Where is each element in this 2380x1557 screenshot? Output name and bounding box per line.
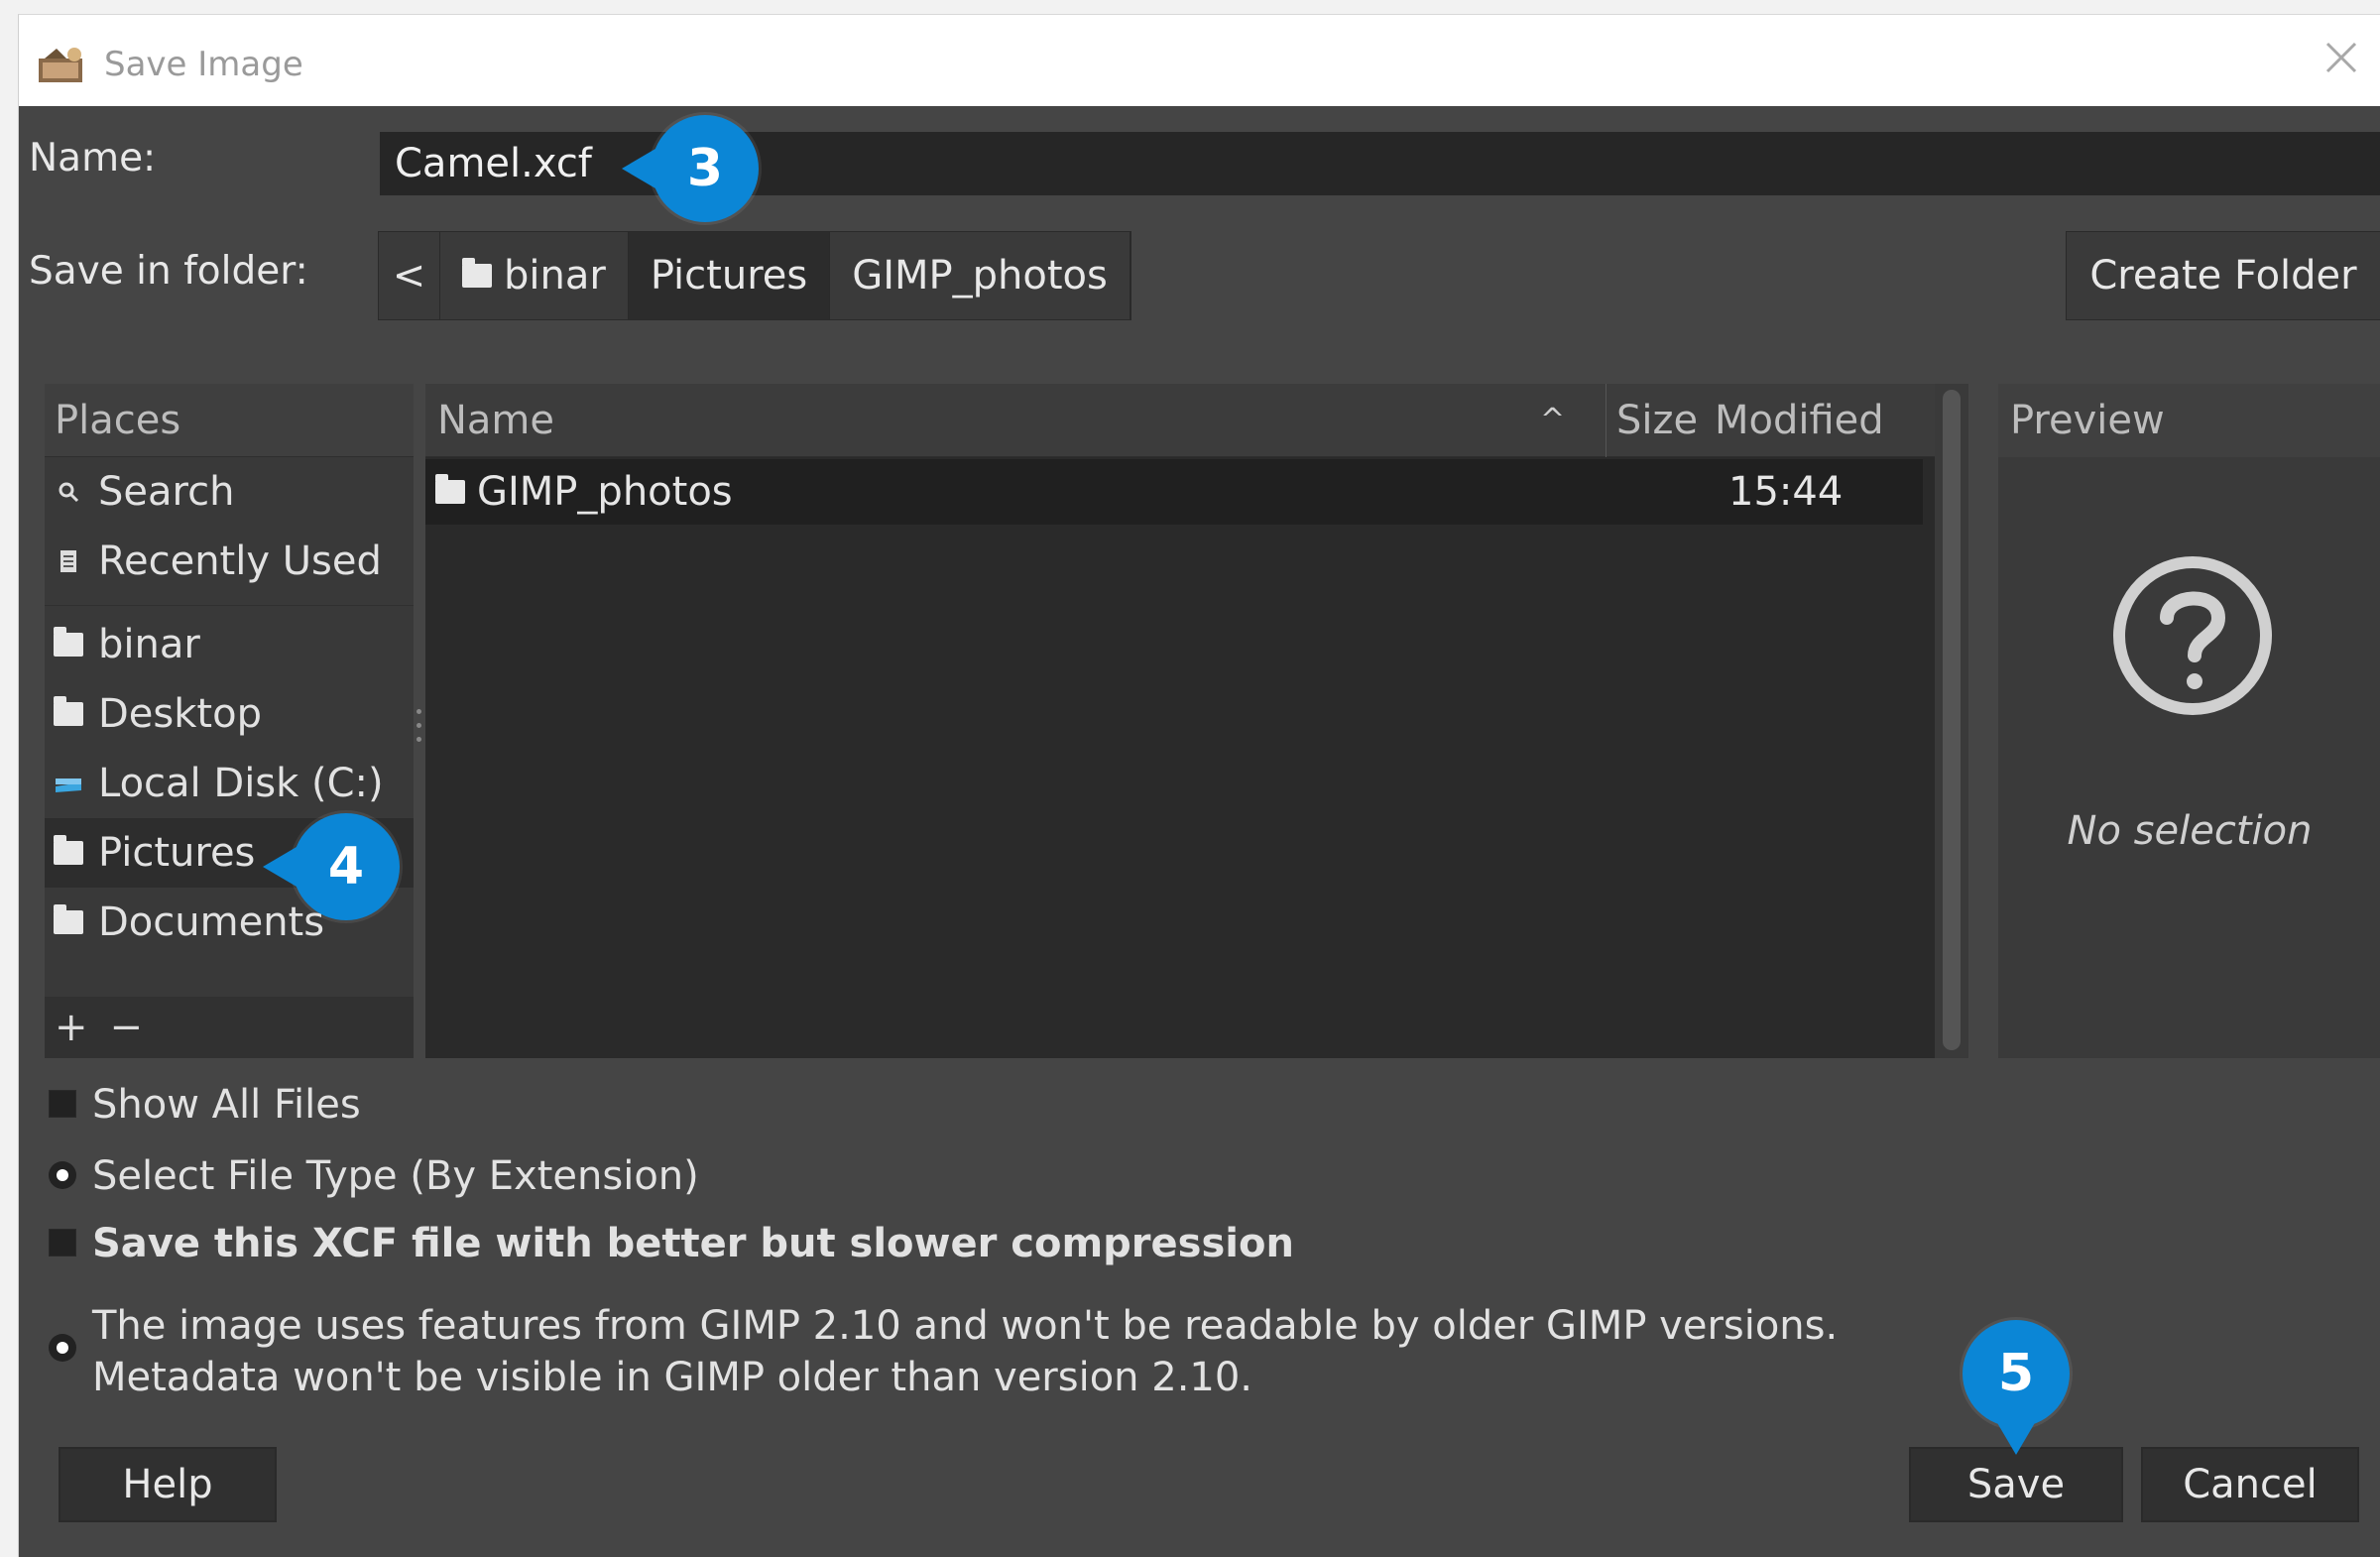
folder-icon (53, 904, 84, 935)
path-bar: < binar Pictures GIMP_photos (378, 231, 1131, 320)
preview-header: Preview (1998, 384, 2380, 457)
sidebar-item-search[interactable]: Search (45, 457, 414, 527)
question-icon (2113, 556, 2272, 715)
places-footer: + − (45, 997, 414, 1058)
sidebar-item-desktop[interactable]: Desktop (45, 679, 414, 749)
compatibility-line: Metadata won't be visible in GIMP older … (92, 1355, 1253, 1400)
folder-icon (53, 696, 84, 727)
sidebar-item-binar[interactable]: binar (45, 610, 414, 679)
compression-option[interactable]: Save this XCF file with better but slowe… (49, 1221, 1294, 1266)
sidebar-item-label: Desktop (98, 691, 262, 737)
file-list-header: Name ^ Size Modified (425, 383, 1941, 457)
sidebar-item-label: Search (98, 469, 235, 515)
create-folder-button[interactable]: Create Folder (2066, 231, 2380, 320)
expander-bullet-icon[interactable] (49, 1334, 76, 1362)
sidebar-item-recently-used[interactable]: Recently Used (45, 527, 414, 596)
sidebar-item-label: Local Disk (C:) (98, 761, 384, 806)
chevron-left-icon: < (392, 253, 426, 299)
path-segment-label: binar (504, 253, 606, 299)
places-header: Places (45, 384, 414, 457)
search-icon (53, 479, 84, 505)
option-label: Show All Files (92, 1082, 361, 1128)
step-4-callout: 4 (263, 813, 400, 920)
option-label: Save this XCF file with better but slowe… (92, 1221, 1294, 1266)
name-label: Name: (29, 136, 157, 180)
expander-bullet-icon[interactable] (49, 1161, 76, 1189)
column-modified[interactable]: Modified (1715, 384, 1884, 457)
select-file-type-option[interactable]: Select File Type (By Extension) (49, 1153, 699, 1199)
folder-icon (53, 835, 84, 866)
compatibility-line: The image uses features from GIMP 2.10 a… (92, 1303, 1839, 1349)
scrollbar-thumb[interactable] (1943, 390, 1961, 1050)
save-in-folder-label: Save in folder: (29, 249, 308, 294)
sidebar-item-label: Pictures (98, 830, 256, 876)
path-segment-label: GIMP_photos (852, 253, 1108, 299)
column-name[interactable]: Name (437, 398, 554, 443)
no-selection-text: No selection (2067, 808, 2313, 854)
folder-icon (435, 474, 465, 504)
folder-icon (53, 627, 84, 658)
cancel-button[interactable]: Cancel (2141, 1447, 2359, 1522)
recent-icon (53, 548, 84, 574)
file-list: Name ^ Size Modified GIMP_photos 15:44 (425, 383, 1968, 1058)
drive-icon (53, 771, 84, 796)
preview-panel: Preview No selection (1998, 384, 2380, 1058)
file-row[interactable]: GIMP_photos 15:44 (425, 459, 1923, 525)
compression-checkbox[interactable] (49, 1229, 76, 1257)
sidebar-divider (45, 596, 414, 606)
file-list-scrollbar[interactable] (1935, 384, 1968, 1058)
column-size[interactable]: Size (1606, 383, 1723, 457)
step-5-callout: 5 (1963, 1320, 2070, 1455)
sidebar-item-label: Documents (98, 899, 325, 945)
show-all-files-checkbox[interactable] (49, 1090, 76, 1118)
option-label: Select File Type (By Extension) (92, 1153, 699, 1199)
sidebar-item-label: binar (98, 622, 200, 667)
remove-bookmark-button[interactable]: − (110, 1005, 144, 1050)
close-icon[interactable] (2315, 37, 2368, 90)
title-bar: Save Image (19, 15, 2380, 106)
save-image-dialog: Save Image Name: Save in folder: < binar… (18, 14, 2380, 1557)
save-button[interactable]: Save (1909, 1447, 2123, 1522)
path-segment-gimp-photos[interactable]: GIMP_photos (830, 232, 1130, 319)
sidebar-item-local-disk[interactable]: Local Disk (C:) (45, 749, 414, 818)
pane-resize-handle[interactable] (416, 709, 423, 759)
window-title: Save Image (104, 45, 303, 84)
sidebar-item-label: Recently Used (98, 539, 382, 584)
show-all-files-option[interactable]: Show All Files (49, 1082, 361, 1128)
file-modified: 15:44 (1728, 469, 1844, 515)
folder-icon (462, 258, 492, 288)
path-segment-pictures[interactable]: Pictures (628, 232, 831, 319)
file-name: GIMP_photos (477, 469, 733, 515)
sort-ascending-icon: ^ (1540, 403, 1566, 437)
compatibility-notice[interactable]: The image uses features from GIMP 2.10 a… (49, 1300, 1838, 1403)
path-segment-binar[interactable]: binar (440, 232, 629, 319)
path-back-button[interactable]: < (379, 232, 440, 319)
places-sidebar: Places Search Recently Used binar Deskto… (45, 384, 414, 1058)
step-3-callout: 3 (622, 115, 759, 222)
add-bookmark-button[interactable]: + (55, 1005, 88, 1050)
gimp-app-icon (39, 48, 82, 82)
compatibility-text: The image uses features from GIMP 2.10 a… (92, 1300, 1838, 1403)
path-segment-label: Pictures (650, 253, 808, 299)
help-button[interactable]: Help (59, 1447, 277, 1522)
